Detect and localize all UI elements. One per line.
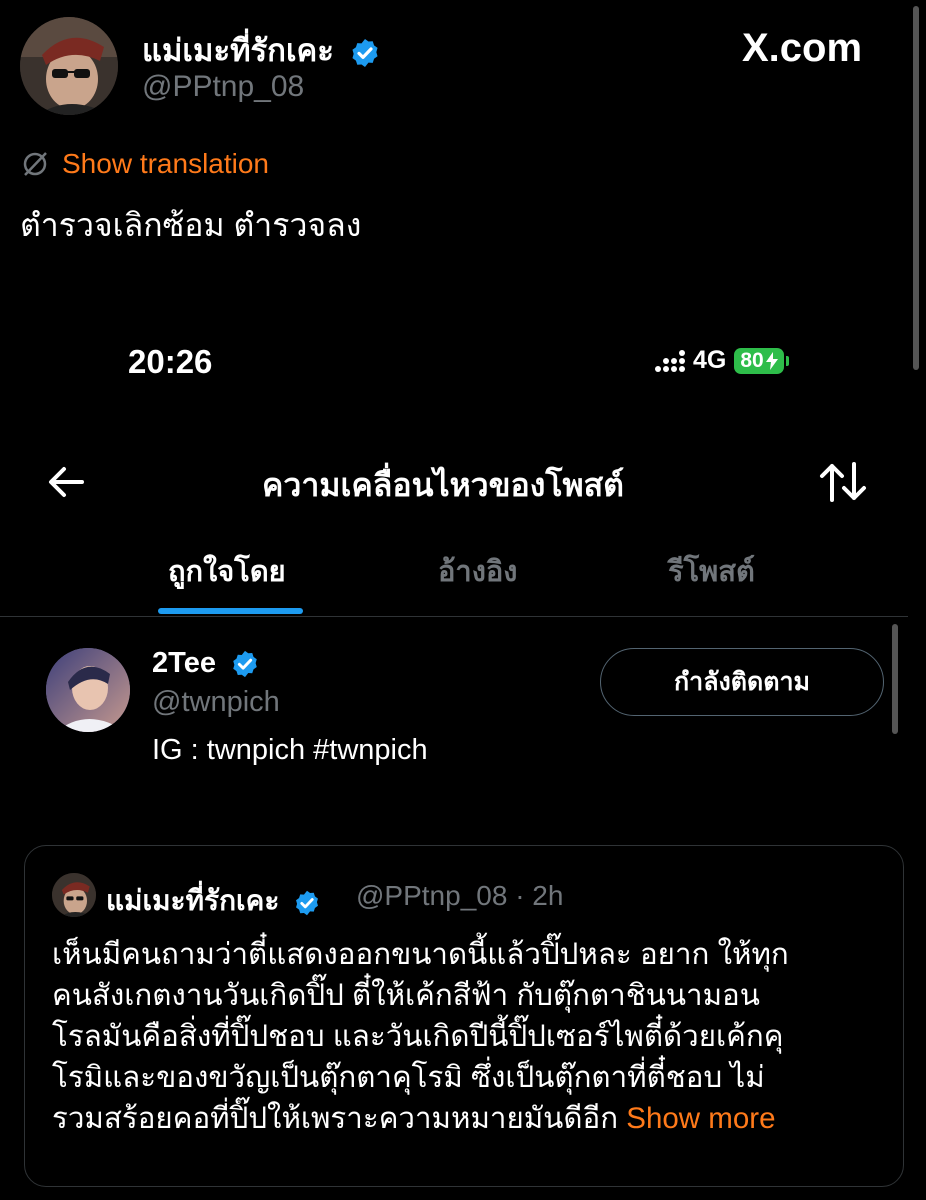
battery-level: 80 xyxy=(740,348,764,372)
network-type: 4G xyxy=(693,346,727,374)
liker-name-text: 2Tee xyxy=(152,647,216,679)
quote-meta: @PPtnp_08 · 2h xyxy=(356,880,564,911)
verified-badge-icon xyxy=(296,890,319,915)
back-arrow-icon[interactable] xyxy=(44,460,88,504)
status-indicators: 4G 80 xyxy=(655,346,789,375)
quote-text: เห็นมีคนถามว่าตี๋แสดงออกขนาดนี้แล้วปิ๊ปห… xyxy=(52,934,882,1139)
status-time: 20:26 xyxy=(128,343,213,380)
liker-bio: IG : twnpich #twnpich xyxy=(152,734,428,766)
following-button[interactable]: กำลังติดตาม xyxy=(600,648,884,716)
tab-liked-by[interactable]: ถูกใจโดย xyxy=(168,548,286,594)
sort-arrows-icon[interactable] xyxy=(818,460,868,504)
liker-name[interactable]: 2Tee xyxy=(152,647,260,680)
quote-line: คนสังเกตงานวันเกิดปิ๊ป ตี๋ให้เค้กสีฟ้า ก… xyxy=(52,979,760,1012)
verified-badge-icon xyxy=(233,651,257,678)
x-com-logo: X.com xyxy=(742,26,863,70)
charging-bolt-icon xyxy=(765,351,778,370)
liker-avatar[interactable] xyxy=(46,648,130,732)
show-more-link[interactable]: Show more xyxy=(626,1102,775,1135)
quote-author-name[interactable]: แม่เมะที่รักเคะ xyxy=(106,879,321,923)
battery-cap xyxy=(785,355,789,366)
author-name[interactable]: แม่เมะที่รักเคะ xyxy=(142,25,381,75)
signal-icon xyxy=(655,349,685,372)
show-translation-label: Show translation xyxy=(62,148,270,179)
post-text: ตำรวจเลิกซ้อม ตำรวจลง xyxy=(20,207,362,243)
tab-divider xyxy=(0,616,908,617)
page-scrollbar[interactable] xyxy=(913,6,919,370)
author-name-text: แม่เมะที่รักเคะ xyxy=(142,33,334,68)
quote-line: โรมิและของขวัญเป็นตุ๊กตาคุโรมิ ซึ่งเป็นต… xyxy=(52,1061,765,1094)
liker-handle[interactable]: @twnpich xyxy=(152,686,280,719)
page-title: ความเคลื่อนไหวของโพสต์ xyxy=(262,467,624,503)
tab-reposts[interactable]: รีโพสต์ xyxy=(668,548,755,594)
battery-indicator: 80 xyxy=(734,347,784,374)
quote-author-name-text: แม่เมะที่รักเคะ xyxy=(106,885,280,916)
quote-author-avatar[interactable] xyxy=(52,873,96,917)
quote-line: โรลมันคือสิ่งที่ปิ๊ปชอบ และวันเกิดปีนี้ป… xyxy=(52,1020,784,1053)
verified-badge-icon xyxy=(352,38,378,67)
show-translation-link[interactable]: Show translation xyxy=(20,148,269,180)
quote-line: เห็นมีคนถามว่าตี๋แสดงออกขนาดนี้แล้วปิ๊ปห… xyxy=(52,938,789,971)
quote-line-text: รวมสร้อยคอที่ปิ๊ปให้เพราะความหมายมันดีอี… xyxy=(52,1102,619,1135)
list-scrollbar[interactable] xyxy=(892,624,898,734)
author-handle[interactable]: @PPtnp_08 xyxy=(142,70,304,104)
quote-line-last: รวมสร้อยคอที่ปิ๊ปให้เพราะความหมายมันดีอี… xyxy=(52,1098,882,1139)
author-avatar[interactable] xyxy=(20,17,118,115)
tab-quotes[interactable]: อ้างอิง xyxy=(438,548,517,594)
translate-icon xyxy=(23,152,47,176)
active-tab-indicator xyxy=(158,608,303,614)
